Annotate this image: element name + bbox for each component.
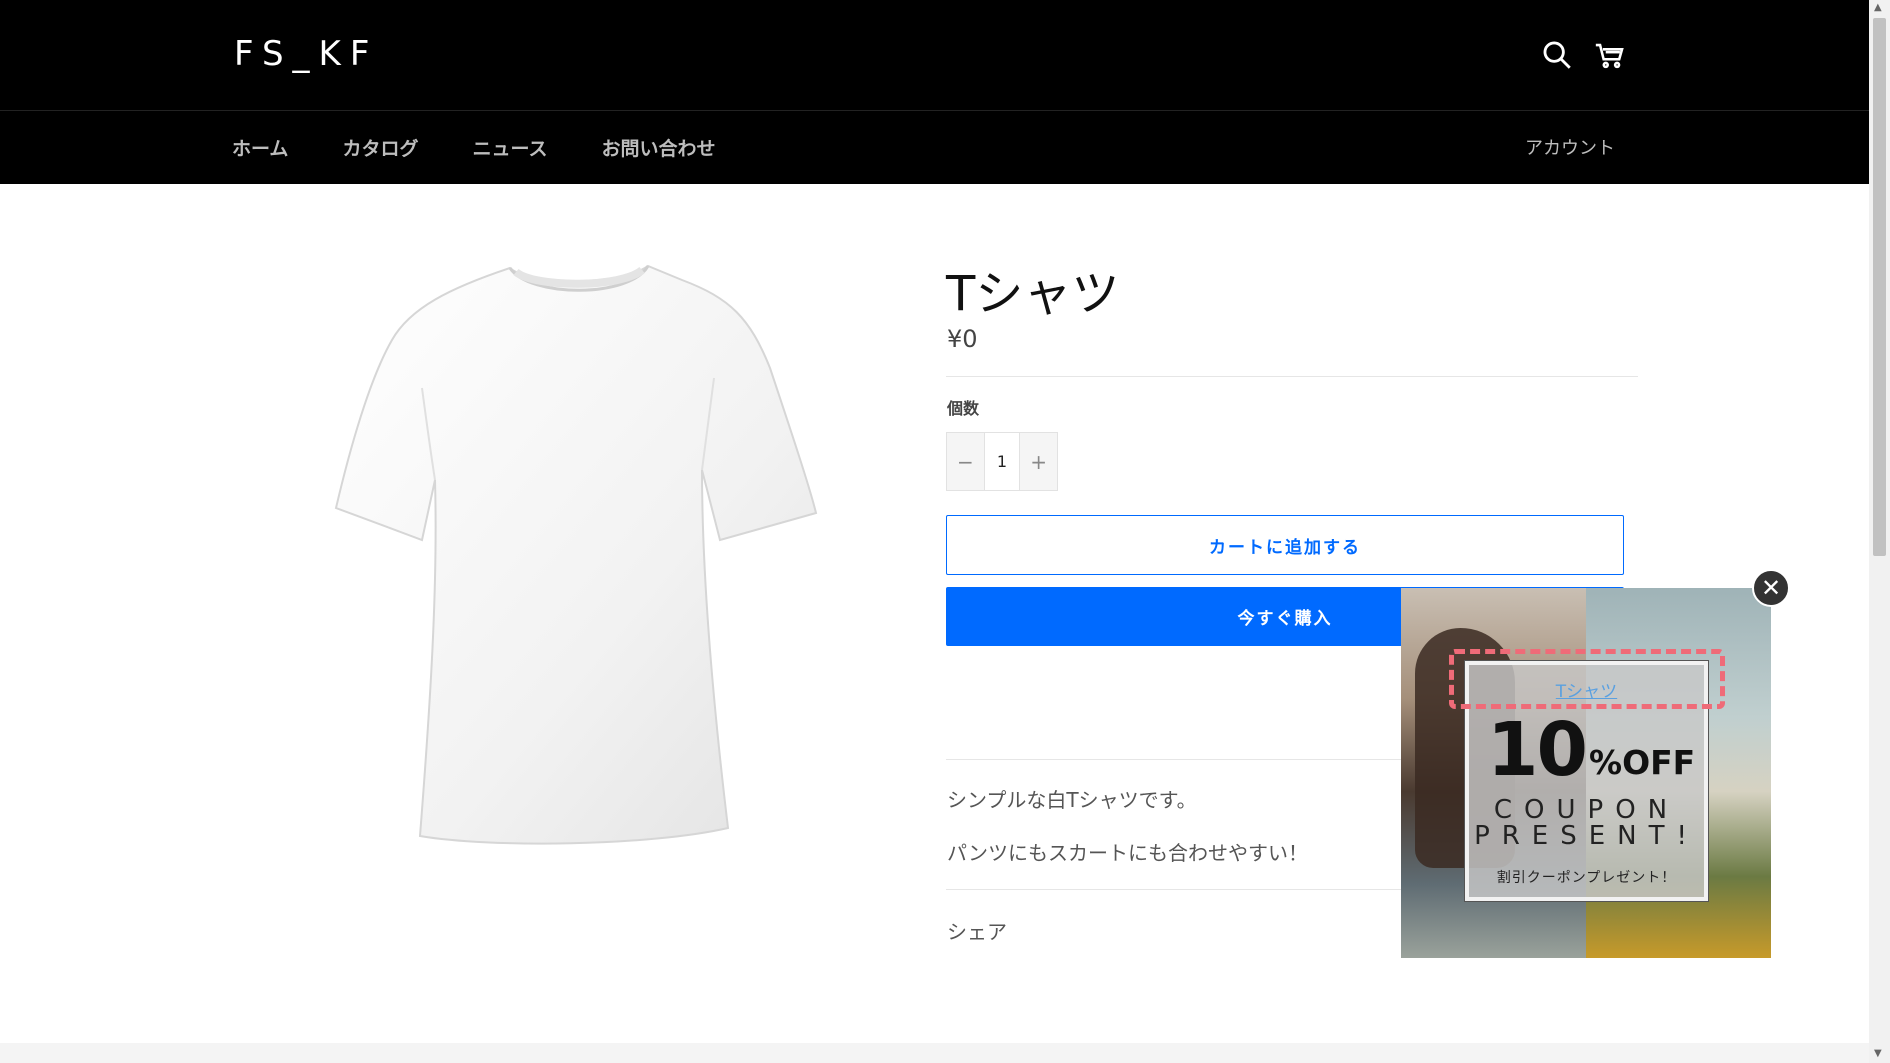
account-link[interactable]: アカウント xyxy=(1525,134,1615,160)
footer-band xyxy=(0,1043,1869,1063)
product-title: Tシャツ xyxy=(946,266,1120,322)
close-icon[interactable]: ✕ xyxy=(1752,569,1790,607)
scroll-up-icon[interactable]: ▲ xyxy=(1874,2,1882,13)
nav-item-news[interactable]: ニュース xyxy=(472,134,547,161)
site-header: FS_KF ホーム カタログ ニュース お問い合わせ アカウント xyxy=(0,0,1869,184)
scrollbar-thumb[interactable] xyxy=(1873,18,1886,556)
site-logo[interactable]: FS_KF xyxy=(234,34,378,74)
scroll-down-icon[interactable]: ▼ xyxy=(1874,1048,1882,1059)
product-price: ¥0 xyxy=(947,325,978,353)
add-to-cart-button[interactable]: カートに追加する xyxy=(946,515,1624,575)
quantity-stepper: − 1 + xyxy=(946,432,1058,491)
nav-item-catalog[interactable]: カタログ xyxy=(342,134,418,161)
coupon-discount-number: 10 xyxy=(1487,707,1588,793)
quantity-input[interactable]: 1 xyxy=(983,433,1021,490)
coupon-popup[interactable]: Tシャツ 10 %OFF COUPON PRESENT! 割引クーポンプレゼント… xyxy=(1401,588,1771,958)
coupon-off-label: %OFF xyxy=(1589,743,1696,782)
coupon-subtext: 割引クーポンプレゼント！ xyxy=(1496,870,1677,886)
nav-item-home[interactable]: ホーム xyxy=(232,134,288,161)
coupon-highlight-outline xyxy=(1449,649,1725,709)
product-description-line: パンツにもスカートにも合わせやすい！ xyxy=(947,841,1308,865)
product-description-line: シンプルな白Tシャツです。 xyxy=(947,788,1197,812)
search-icon[interactable] xyxy=(1540,38,1574,72)
scrollbar[interactable]: ▲ ▼ xyxy=(1869,0,1890,1063)
product-image[interactable] xyxy=(330,258,820,848)
nav-item-contact[interactable]: お問い合わせ xyxy=(602,134,716,161)
divider xyxy=(946,376,1638,377)
cart-icon[interactable] xyxy=(1593,38,1627,72)
coupon-heading-line: PRESENT! xyxy=(1474,821,1699,851)
quantity-decrease-button[interactable]: − xyxy=(947,433,984,490)
quantity-increase-button[interactable]: + xyxy=(1020,433,1057,490)
main-nav: ホーム カタログ ニュース お問い合わせ xyxy=(232,134,716,161)
quantity-label: 個数 xyxy=(947,399,980,418)
share-link[interactable]: シェア xyxy=(947,916,1007,945)
header-divider xyxy=(0,110,1869,111)
